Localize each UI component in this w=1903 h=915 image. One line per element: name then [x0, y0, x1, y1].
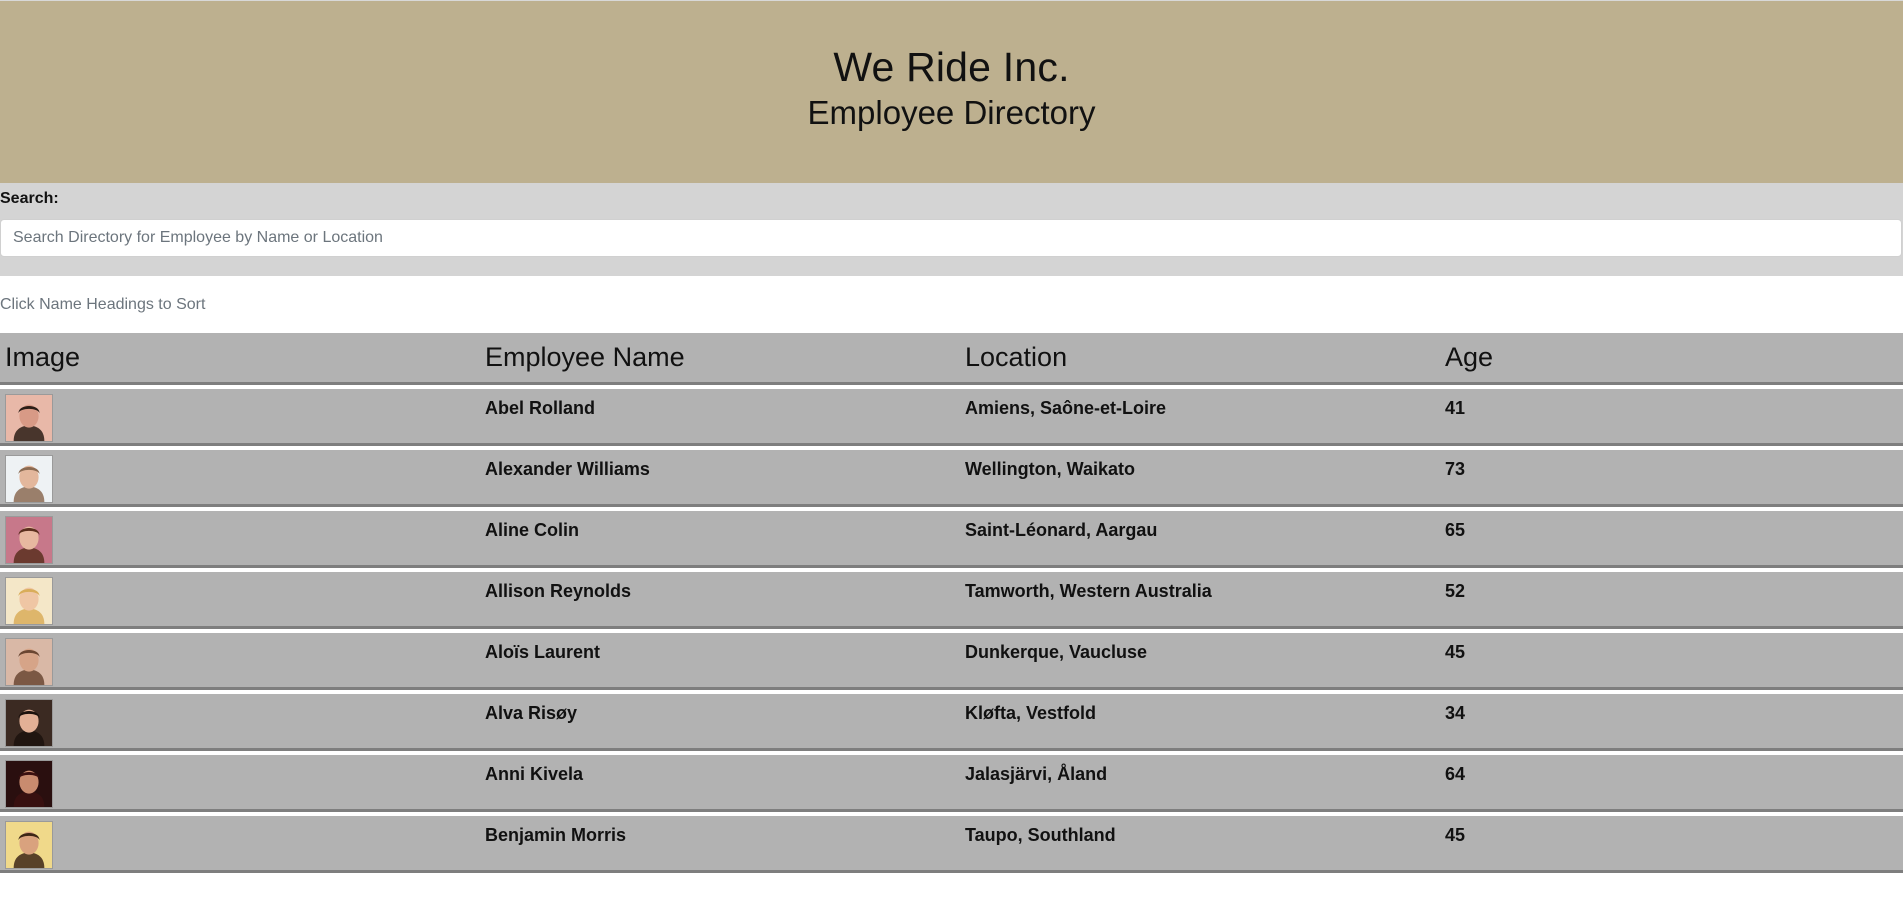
employee-name: Benjamin Morris: [480, 816, 960, 873]
employee-age: 34: [1440, 694, 1903, 751]
column-header-location: Location: [960, 333, 1440, 385]
search-input[interactable]: [0, 219, 1902, 257]
employee-avatar: [5, 760, 53, 808]
employee-avatar: [5, 699, 53, 747]
avatar-cell: [0, 816, 480, 873]
avatar-cell: [0, 755, 480, 812]
employee-avatar: [5, 455, 53, 503]
employee-location: Saint-Léonard, Aargau: [960, 511, 1440, 568]
employee-location: Wellington, Waikato: [960, 450, 1440, 507]
employee-avatar: [5, 577, 53, 625]
employee-avatar: [5, 821, 53, 869]
employee-age: 45: [1440, 633, 1903, 690]
employee-avatar: [5, 516, 53, 564]
avatar-cell: [0, 572, 480, 629]
employee-table: Image Employee Name Location Age Abel Ro…: [0, 333, 1903, 873]
company-title: We Ride Inc.: [833, 44, 1070, 90]
avatar-cell: [0, 450, 480, 507]
employee-location: Jalasjärvi, Åland: [960, 755, 1440, 812]
employee-age: 41: [1440, 389, 1903, 446]
table-row: Abel Rolland Amiens, Saône-et-Loire 41: [0, 389, 1903, 446]
avatar-cell: [0, 633, 480, 690]
employee-location: Amiens, Saône-et-Loire: [960, 389, 1440, 446]
table-row: Aloïs Laurent Dunkerque, Vaucluse 45: [0, 633, 1903, 690]
employee-name: Aloïs Laurent: [480, 633, 960, 690]
avatar-cell: [0, 389, 480, 446]
employee-age: 45: [1440, 816, 1903, 873]
employee-name: Alva Risøy: [480, 694, 960, 751]
avatar-cell: [0, 694, 480, 751]
table-row: Alva Risøy Kløfta, Vestfold 34: [0, 694, 1903, 751]
search-section: Search:: [0, 183, 1903, 276]
employee-age: 64: [1440, 755, 1903, 812]
sort-hint: Click Name Headings to Sort: [0, 296, 206, 313]
employee-name: Abel Rolland: [480, 389, 960, 446]
page-subtitle: Employee Directory: [807, 94, 1096, 131]
avatar-cell: [0, 511, 480, 568]
column-header-age: Age: [1440, 333, 1903, 385]
employee-location: Dunkerque, Vaucluse: [960, 633, 1440, 690]
employee-location: Tamworth, Western Australia: [960, 572, 1440, 629]
table-row: Benjamin Morris Taupo, Southland 45: [0, 816, 1903, 873]
employee-location: Taupo, Southland: [960, 816, 1440, 873]
page-header: We Ride Inc. Employee Directory: [0, 0, 1903, 183]
table-row: Alexander Williams Wellington, Waikato 73: [0, 450, 1903, 507]
table-row: Allison Reynolds Tamworth, Western Austra…: [0, 572, 1903, 629]
employee-age: 73: [1440, 450, 1903, 507]
column-header-employee-name[interactable]: Employee Name: [480, 333, 960, 385]
employee-name: Anni Kivela: [480, 755, 960, 812]
table-row: Anni Kivela Jalasjärvi, Åland 64: [0, 755, 1903, 812]
employee-age: 52: [1440, 572, 1903, 629]
employee-location: Kløfta, Vestfold: [960, 694, 1440, 751]
search-label: Search:: [0, 190, 59, 207]
employee-avatar: [5, 638, 53, 686]
table-row: Aline Colin Saint-Léonard, Aargau 65: [0, 511, 1903, 568]
employee-name: Alexander Williams: [480, 450, 960, 507]
employee-avatar: [5, 394, 53, 442]
employee-name: Aline Colin: [480, 511, 960, 568]
table-header-row: Image Employee Name Location Age: [0, 333, 1903, 385]
employee-age: 65: [1440, 511, 1903, 568]
column-header-image: Image: [0, 333, 480, 385]
employee-name: Allison Reynolds: [480, 572, 960, 629]
